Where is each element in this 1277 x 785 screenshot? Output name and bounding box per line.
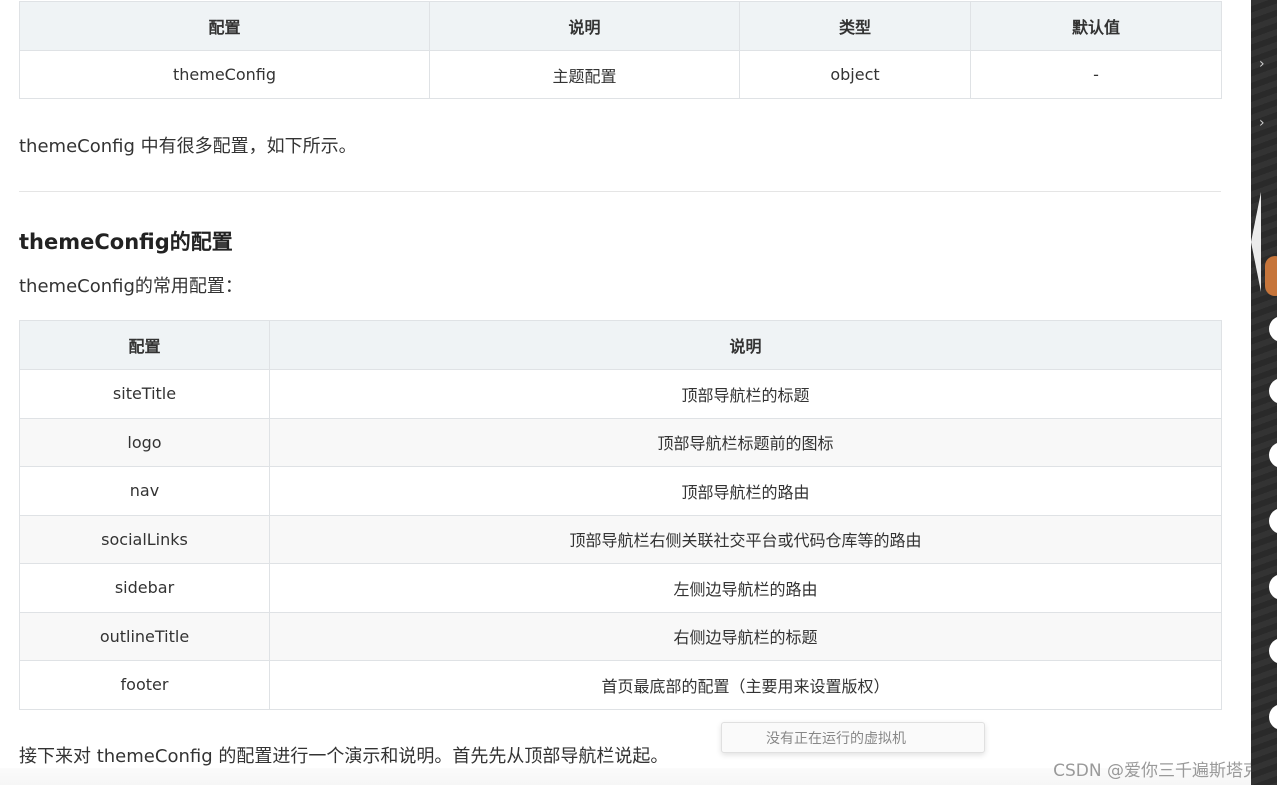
table-cell: logo — [19, 417, 270, 467]
table-row: themeConfig 主题配置 object - — [19, 50, 1222, 99]
table-row: outlineTitle 右侧边导航栏的标题 — [19, 611, 1222, 661]
table-cell: 主题配置 — [429, 50, 740, 99]
table-cell: siteTitle — [19, 369, 270, 419]
section-subtitle: themeConfig的常用配置： — [19, 276, 243, 297]
table-row: sidebar 左侧边导航栏的路由 — [19, 563, 1222, 613]
chevron-right-icon[interactable]: › — [1259, 115, 1265, 131]
chevron-right-icon[interactable]: › — [1259, 56, 1265, 72]
article-content: 配置 说明 类型 默认值 themeConfig 主题配置 object - t… — [19, 0, 1222, 767]
decorative-triangle — [1251, 192, 1261, 292]
table-cell: themeConfig — [19, 50, 430, 99]
closing-paragraph: 接下来对 themeConfig 的配置进行一个演示和说明。首先先从顶部导航栏说… — [19, 746, 669, 767]
table-cell: 左侧边导航栏的路由 — [269, 563, 1222, 613]
table-cell: 首页最底部的配置（主要用来设置版权） — [269, 660, 1222, 710]
table-row: socialLinks 顶部导航栏右侧关联社交平台或代码仓库等的路由 — [19, 514, 1222, 564]
toast-message: 没有正在运行的虚拟机 — [766, 730, 906, 747]
table-cell: footer — [19, 660, 270, 710]
csdn-watermark: CSDN @爱你三千遍斯塔克 — [1053, 761, 1260, 781]
table-cell: object — [739, 50, 971, 99]
table-cell: 顶部导航栏标题前的图标 — [269, 417, 1222, 467]
table-header-row: 配置 说明 类型 默认值 — [19, 1, 1222, 51]
column-header: 说明 — [429, 1, 740, 51]
table-cell: nav — [19, 466, 270, 516]
common-config-table: 配置 说明 siteTitle 顶部导航栏的标题 logo 顶部导航栏标题前的图… — [19, 320, 1222, 710]
column-header: 配置 — [19, 320, 270, 370]
table-cell: - — [970, 50, 1222, 99]
intro-paragraph: themeConfig 中有很多配置，如下所示。 — [19, 136, 357, 157]
table-row: siteTitle 顶部导航栏的标题 — [19, 369, 1222, 419]
column-header: 类型 — [739, 1, 971, 51]
table-cell: 顶部导航栏右侧关联社交平台或代码仓库等的路由 — [269, 514, 1222, 564]
vm-status-toast[interactable]: 没有正在运行的虚拟机 — [721, 722, 985, 753]
table-header-row: 配置 说明 — [19, 320, 1222, 370]
table-row: nav 顶部导航栏的路由 — [19, 466, 1222, 516]
right-side-panel: › › — [1251, 0, 1277, 785]
mascot-avatar — [1265, 256, 1277, 296]
page: 配置 说明 类型 默认值 themeConfig 主题配置 object - t… — [0, 0, 1277, 785]
table-row: footer 首页最底部的配置（主要用来设置版权） — [19, 660, 1222, 710]
section-heading: themeConfig的配置 — [19, 230, 233, 254]
table-cell: 顶部导航栏的标题 — [269, 369, 1222, 419]
column-header: 说明 — [269, 320, 1222, 370]
theme-config-table: 配置 说明 类型 默认值 themeConfig 主题配置 object - — [19, 1, 1222, 99]
table-cell: socialLinks — [19, 514, 270, 564]
table-cell: 顶部导航栏的路由 — [269, 466, 1222, 516]
table-cell: outlineTitle — [19, 611, 270, 661]
column-header: 配置 — [19, 1, 430, 51]
table-row: logo 顶部导航栏标题前的图标 — [19, 417, 1222, 467]
divider — [19, 191, 1221, 192]
column-header: 默认值 — [970, 1, 1222, 51]
table-cell: 右侧边导航栏的标题 — [269, 611, 1222, 661]
table-cell: sidebar — [19, 563, 270, 613]
